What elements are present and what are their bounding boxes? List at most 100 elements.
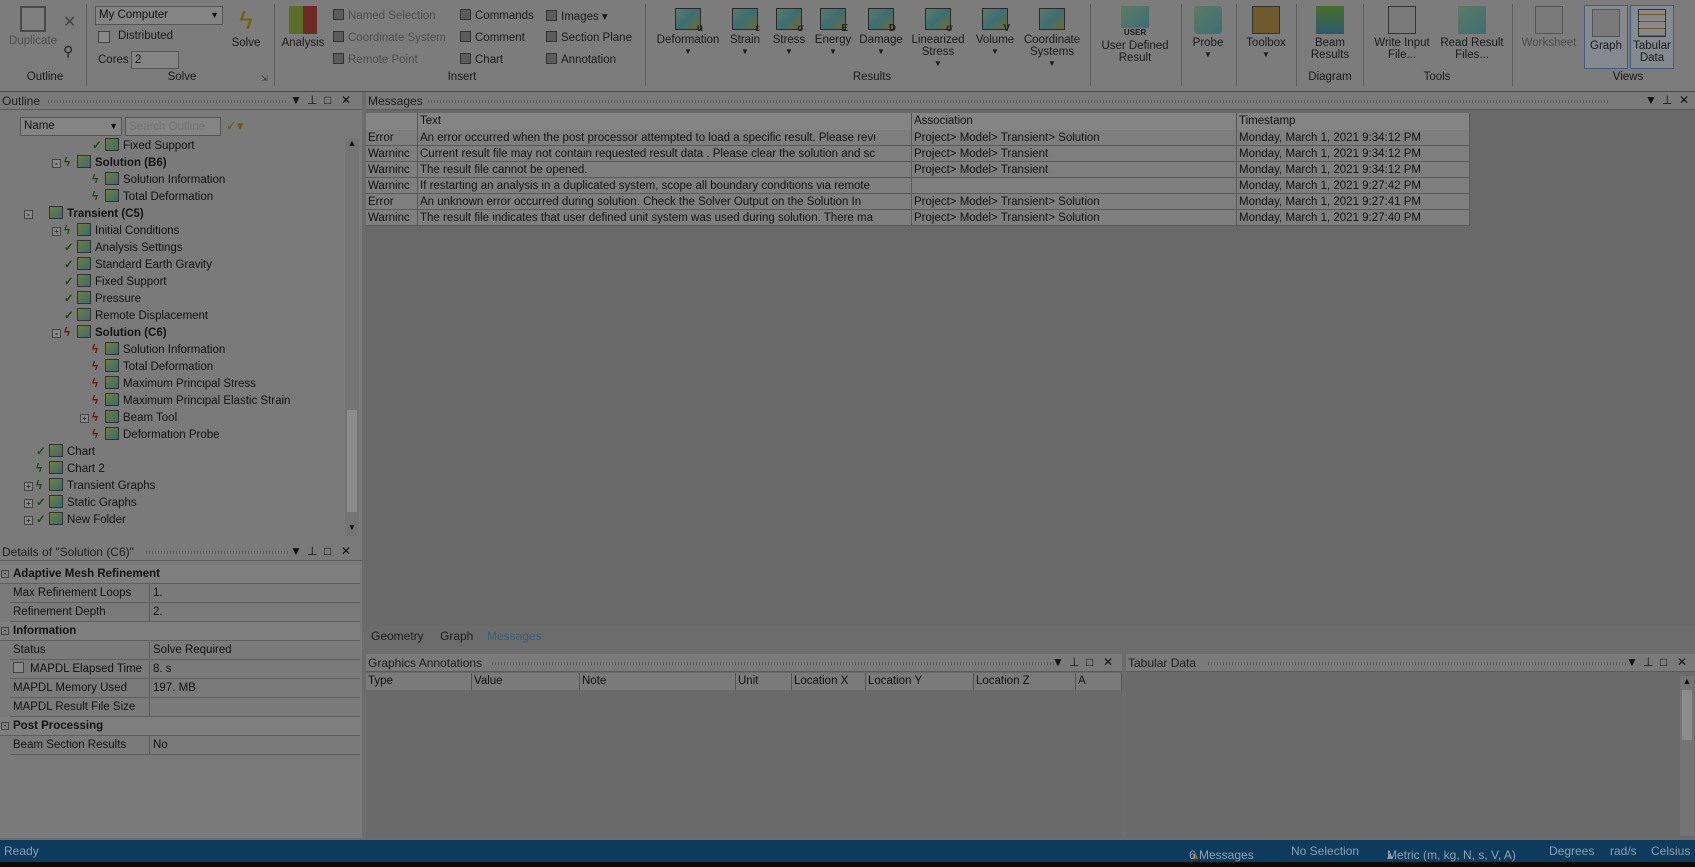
tree-item[interactable]: ✓ Pressure	[64, 291, 141, 308]
comment-button[interactable]: Comment	[460, 31, 525, 44]
details-row[interactable]: Status Solve Required	[10, 641, 360, 660]
worksheet-button[interactable]: Worksheet	[1517, 6, 1581, 49]
section-plane-button[interactable]: Section Plane	[546, 31, 632, 44]
solve-button[interactable]: ϟ Solve	[226, 6, 266, 49]
column-header-type[interactable]	[366, 113, 418, 130]
toolbox-button[interactable]: Toolbox ▼	[1240, 6, 1292, 61]
annotation-column-value[interactable]: Value	[472, 673, 580, 690]
dropdown-icon[interactable]: ▼	[1626, 655, 1638, 669]
pin-icon[interactable]: ⊥	[307, 93, 317, 107]
maximize-icon[interactable]: □	[324, 544, 331, 558]
expand-icon[interactable]: +	[24, 516, 33, 525]
tree-item[interactable]: ✓ Fixed Support	[92, 138, 195, 155]
tree-item[interactable]: ✓ Standard Earth Gravity	[64, 257, 212, 274]
results-strain-button[interactable]: ε Strain ▼	[723, 6, 767, 58]
details-row[interactable]: MAPDL Result File Size	[10, 698, 360, 717]
maximize-icon[interactable]: □	[1086, 655, 1093, 669]
tree-item[interactable]: + ✓ Static Graphs	[24, 495, 137, 512]
scroll-up-icon[interactable]: ▲	[1680, 676, 1694, 686]
expand-icon[interactable]: +	[24, 482, 33, 491]
details-row[interactable]: MAPDL Elapsed Time 8. s	[10, 660, 360, 679]
results-energy-button[interactable]: E Energy ▼	[810, 6, 856, 58]
tree-item[interactable]: ✓ Fixed Support	[64, 274, 167, 291]
outline-filter-select[interactable]: Name ▼	[20, 117, 122, 136]
temperature-unit[interactable]: Celsius	[1651, 844, 1690, 858]
filter-toggle-icon[interactable]: ✓▾	[226, 118, 243, 134]
tree-item[interactable]: + ✓ New Folder	[24, 512, 126, 529]
cores-input[interactable]: 2	[131, 51, 179, 69]
close-icon[interactable]: ✕	[341, 93, 351, 107]
outline-scrollbar[interactable]: ▲ ▼	[345, 138, 359, 536]
close-icon[interactable]: ✕	[1103, 655, 1113, 669]
scrollbar-thumb[interactable]	[1682, 690, 1692, 740]
details-row[interactable]: Beam Section Results No	[10, 736, 360, 755]
dialog-launcher-icon[interactable]: ⇲	[261, 74, 268, 83]
details-value[interactable]	[149, 698, 360, 717]
tree-item[interactable]: + ϟ Initial Conditions	[52, 223, 179, 240]
annotation-column-location-z[interactable]: Location Z	[974, 673, 1076, 690]
expand-icon[interactable]: +	[24, 499, 33, 508]
details-row[interactable]: Max Refinement Loops 1.	[10, 584, 360, 603]
duplicate-button[interactable]: Duplicate	[4, 6, 62, 47]
tree-item[interactable]: - Transient (C5)	[24, 206, 144, 223]
details-section[interactable]: - Adaptive Mesh Refinement	[0, 565, 360, 584]
rate-unit[interactable]: rad/s	[1610, 844, 1637, 858]
annotation-column-location-x[interactable]: Location X	[792, 673, 866, 690]
analysis-button[interactable]: Analysis	[278, 6, 328, 49]
beam-results-button[interactable]: Beam Results	[1300, 6, 1360, 61]
results-coordinate-systems-button[interactable]: Coordinate Systems ▼	[1016, 6, 1088, 70]
maximize-icon[interactable]: □	[1660, 655, 1667, 669]
details-value[interactable]: 197. MB	[149, 679, 360, 698]
tree-item[interactable]: ϟ Total Deformation	[92, 359, 213, 376]
write-input-file-button[interactable]: Write Input File...	[1368, 6, 1436, 61]
dropdown-icon[interactable]: ▼	[290, 544, 302, 558]
annotation-column-type[interactable]: Type	[366, 673, 472, 690]
outline-search-input[interactable]	[125, 117, 221, 136]
tree-item[interactable]: + ϟ Beam Tool	[80, 410, 177, 427]
annotation-button[interactable]: Annotation	[546, 53, 616, 66]
probe-button[interactable]: Probe ▼	[1186, 6, 1230, 61]
expand-icon[interactable]: +	[80, 414, 89, 423]
tree-item[interactable]: ϟ Chart 2	[36, 461, 105, 478]
images-button[interactable]: Images ▾	[546, 9, 608, 23]
distributed-checkbox[interactable]	[98, 31, 110, 43]
dropdown-icon[interactable]: ▼	[1645, 93, 1657, 107]
close-icon[interactable]: ✕	[63, 12, 76, 32]
tab-graph[interactable]: Graph	[440, 629, 473, 643]
annotation-column-location-y[interactable]: Location Y	[866, 673, 974, 690]
details-row[interactable]: MAPDL Memory Used 197. MB	[10, 679, 360, 698]
remote-point-button[interactable]: Remote Point	[333, 53, 418, 66]
angle-unit[interactable]: Degrees	[1549, 844, 1594, 858]
dropdown-icon[interactable]: ▼	[290, 93, 302, 107]
tree-item[interactable]: ϟ Maximum Principal Stress	[92, 376, 256, 393]
tabular-data-view-button[interactable]: Tabular Data	[1630, 5, 1674, 69]
collapse-icon[interactable]: -	[52, 329, 61, 338]
scroll-down-icon[interactable]: ▼	[345, 522, 359, 532]
read-result-files-button[interactable]: Read Result Files...	[1438, 6, 1506, 61]
tree-item[interactable]: ϟ Solution Information	[92, 172, 225, 189]
tree-item[interactable]: ϟ Total Deformation	[92, 189, 213, 206]
close-icon[interactable]: ✕	[1677, 655, 1687, 669]
collapse-icon[interactable]: -	[1, 627, 9, 635]
close-icon[interactable]: ✕	[1679, 93, 1689, 107]
tree-item[interactable]: ϟ Solution Information	[92, 342, 225, 359]
tab-geometry[interactable]: Geometry	[371, 629, 424, 643]
collapse-icon[interactable]: -	[1, 570, 9, 578]
tree-item[interactable]: ✓ Analysis Settings	[64, 240, 183, 257]
collapse-icon[interactable]: -	[52, 159, 61, 168]
coordinate-system-button[interactable]: Coordinate System	[333, 31, 446, 44]
dropdown-icon[interactable]: ▼	[1052, 655, 1064, 669]
row-checkbox[interactable]	[13, 662, 24, 673]
tree-item[interactable]: ✓ Chart	[36, 444, 95, 461]
results-stress-button[interactable]: σ Stress ▼	[768, 6, 810, 58]
results-deformation-button[interactable]: u Deformation ▼	[650, 6, 726, 58]
details-value[interactable]: Solve Required	[149, 641, 360, 660]
graph-view-button[interactable]: Graph	[1584, 5, 1628, 69]
details-value[interactable]: 2.	[149, 603, 360, 622]
collapse-icon[interactable]: -	[24, 210, 33, 219]
details-section[interactable]: - Information	[0, 622, 360, 641]
pin-icon[interactable]: ⊥	[1643, 655, 1653, 669]
tabular-scrollbar[interactable]: ▲	[1680, 676, 1694, 836]
machine-select[interactable]: My Computer ▼	[95, 6, 223, 25]
column-header-association[interactable]: Association	[912, 113, 1237, 130]
